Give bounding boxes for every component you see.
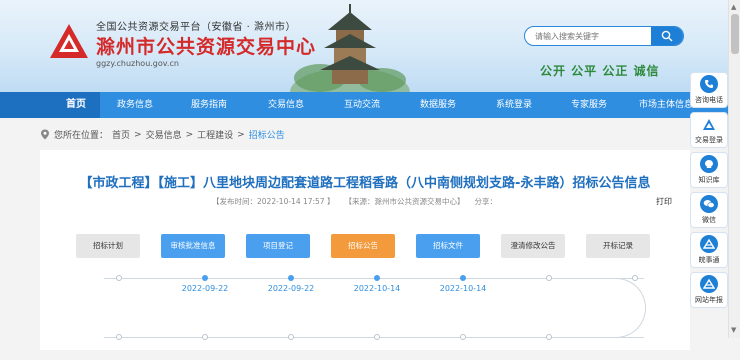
breadcrumb-separator: > <box>134 129 142 140</box>
process-timeline: 2022-09-22 2022-09-22 2022-10-14 2022-10… <box>70 260 680 360</box>
location-pin-icon <box>41 129 49 140</box>
site-url: ggzy.chuzhou.gov.cn <box>96 59 179 68</box>
sidebar-item-knowledge[interactable]: 知识库 <box>690 152 728 188</box>
floating-sidebar: 咨询电话 交易登录 知识库 微信 皖事通 网站年报 <box>690 72 728 312</box>
timeline-dot <box>546 334 552 340</box>
nav-item-trade-info[interactable]: 交易信息 <box>248 92 324 118</box>
timeline-dot <box>116 334 122 340</box>
scroll-up-arrow-icon[interactable]: ▲ <box>731 3 736 11</box>
breadcrumb-current[interactable]: 招标公告 <box>249 128 285 141</box>
nav-item-service-guide[interactable]: 服务指南 <box>170 92 248 118</box>
sidebar-item-phone[interactable]: 咨询电话 <box>690 72 728 108</box>
timeline-date: 2022-09-22 <box>267 284 315 293</box>
breadcrumb-trade-info[interactable]: 交易信息 <box>146 128 182 141</box>
sidebar-item-label: 微信 <box>702 216 716 224</box>
knowledge-icon <box>700 155 718 173</box>
timeline-dot <box>116 275 122 281</box>
share-label[interactable]: 分享： <box>474 196 497 207</box>
main-nav: 首页 政务信息 服务指南 交易信息 互动交流 数据服务 系统登录 专家服务 市场… <box>0 92 728 118</box>
sidebar-item-wechat[interactable]: 微信 <box>690 192 728 228</box>
timeline-dot <box>202 275 208 281</box>
sidebar-item-wanshitong[interactable]: 皖事通 <box>690 232 728 268</box>
nav-item-expert-service[interactable]: 专家服务 <box>552 92 626 118</box>
step-bid-opening-record[interactable]: 开标记录 <box>586 234 650 258</box>
sidebar-item-annual-report[interactable]: 网站年报 <box>690 272 728 308</box>
search-box <box>524 26 684 46</box>
step-clarification[interactable]: 澄清修改公告 <box>501 234 565 258</box>
timeline-date: 2022-10-14 <box>439 284 487 293</box>
timeline-dot <box>288 334 294 340</box>
timeline-dot <box>460 275 466 281</box>
breadcrumb-engineering[interactable]: 工程建设 <box>197 128 233 141</box>
search-button[interactable] <box>651 27 683 45</box>
timeline-date: 2022-09-22 <box>181 284 229 293</box>
sidebar-item-trade-login[interactable]: 交易登录 <box>690 112 728 148</box>
login-icon <box>700 115 718 133</box>
org-platform-line: 全国公共资源交易平台（安徽省 · 滁州市） <box>96 22 297 33</box>
nav-item-home[interactable]: 首页 <box>0 92 100 118</box>
breadcrumb-separator: > <box>185 129 194 140</box>
publish-time: 【发布时间：2022-10-14 17:57 】 <box>212 197 335 206</box>
sidebar-item-label: 交易登录 <box>695 136 723 144</box>
timeline-dot <box>546 275 552 281</box>
article-card: 【市政工程】【施工】八里地块周边配套道路工程稻香路（八中南侧规划支路-永丰路）招… <box>40 150 690 350</box>
wanshitong-icon <box>700 235 718 253</box>
sidebar-item-label: 网站年报 <box>695 296 723 304</box>
report-icon <box>700 275 718 293</box>
print-button[interactable]: 打印 <box>656 196 672 207</box>
timeline-dot <box>202 334 208 340</box>
step-bid-documents[interactable]: 招标文件 <box>416 234 480 258</box>
search-input[interactable] <box>525 27 653 45</box>
breadcrumb-prefix: 您所在位置： <box>54 131 109 141</box>
nav-item-government[interactable]: 政务信息 <box>100 92 170 118</box>
process-steps: 招标计划 审核批准信息 项目登记 招标公告 招标文件 澄清修改公告 开标记录 <box>76 234 650 258</box>
breadcrumb-separator: > <box>237 129 245 140</box>
site-header: 全国公共资源交易平台（安徽省 · 滁州市） 滁州市公共资源交易中心 ggzy.c… <box>0 0 728 92</box>
timeline-date: 2022-10-14 <box>353 284 401 293</box>
timeline-dot <box>374 275 380 281</box>
site-title[interactable]: 滁州市公共资源交易中心 <box>96 32 316 59</box>
sidebar-item-label: 咨询电话 <box>695 96 723 104</box>
chuzhou-logo-icon <box>50 24 88 58</box>
nav-item-data-service[interactable]: 数据服务 <box>400 92 476 118</box>
sidebar-item-label: 知识库 <box>698 176 720 184</box>
phone-icon <box>700 75 718 93</box>
slogan: 公开 公平 公正 诚信 <box>540 64 660 78</box>
step-bid-announcement[interactable]: 招标公告 <box>331 234 395 258</box>
scroll-thumb[interactable] <box>731 14 739 54</box>
wechat-icon <box>700 195 718 213</box>
breadcrumb: 您所在位置： 首页 > 交易信息 > 工程建设 > 招标公告 <box>40 128 285 141</box>
sidebar-item-label: 皖事通 <box>698 256 720 264</box>
step-project-registration[interactable]: 项目登记 <box>246 234 310 258</box>
timeline-curve <box>606 278 646 338</box>
article-meta: 【发布时间：2022-10-14 17:57 】 【来源：滁州市公共资源交易中心… <box>212 196 497 207</box>
step-bid-plan[interactable]: 招标计划 <box>76 234 140 258</box>
article-source: 【来源：滁州市公共资源交易中心】 <box>344 197 465 206</box>
scroll-down-arrow-icon[interactable]: ▼ <box>731 326 736 334</box>
nav-item-system-login[interactable]: 系统登录 <box>476 92 552 118</box>
search-icon <box>661 30 673 42</box>
timeline-dot <box>288 275 294 281</box>
timeline-dot <box>460 334 466 340</box>
timeline-dot <box>632 275 638 281</box>
breadcrumb-home[interactable]: 首页 <box>112 128 130 141</box>
step-approval-info[interactable]: 审核批准信息 <box>161 234 225 258</box>
timeline-dot <box>374 334 380 340</box>
article-title: 【市政工程】【施工】八里地块周边配套道路工程稻香路（八中南侧规划支路-永丰路）招… <box>79 176 651 191</box>
page: 全国公共资源交易平台（安徽省 · 滁州市） 滁州市公共资源交易中心 ggzy.c… <box>0 0 728 350</box>
nav-item-interaction[interactable]: 互动交流 <box>324 92 400 118</box>
page-scrollbar[interactable]: ▲ ▼ <box>728 0 740 338</box>
